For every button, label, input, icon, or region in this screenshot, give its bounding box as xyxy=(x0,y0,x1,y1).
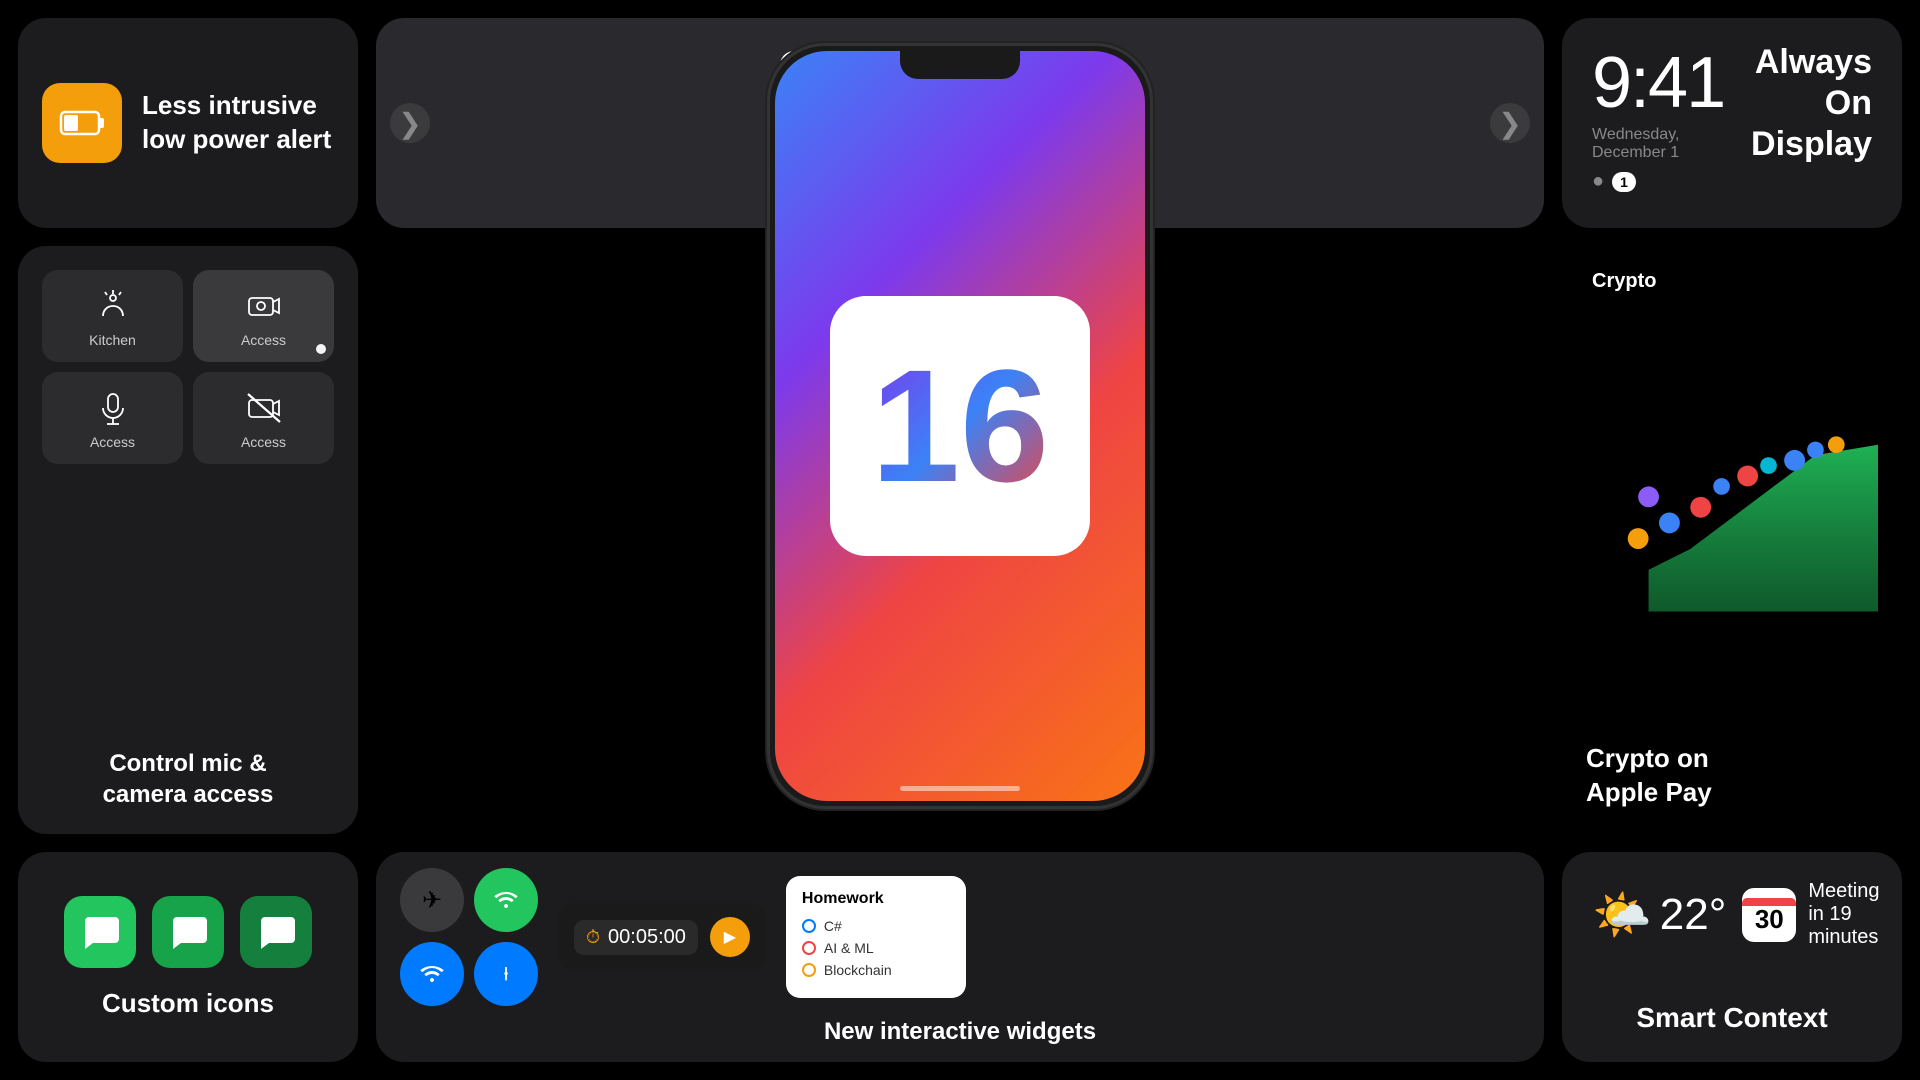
play-button[interactable]: ▶ xyxy=(710,917,750,957)
camera-title: Control mic & camera access xyxy=(103,748,274,810)
cal-day: 30 xyxy=(1755,906,1784,932)
cam-camera: Access xyxy=(193,270,334,362)
aod-date: Wednesday, December 1 xyxy=(1592,126,1751,162)
cam-kitchen-label: Kitchen xyxy=(89,332,136,348)
phone-frame: 16 xyxy=(770,46,1150,806)
timer-time: 00:05:00 xyxy=(608,926,686,949)
split-arrow-left[interactable]: ❯ xyxy=(390,103,430,143)
timer-clock-icon: ⏱ xyxy=(586,927,600,948)
ios16-number: 16 xyxy=(871,346,1049,506)
icons-row xyxy=(64,896,312,968)
meeting-text: Meeting in 19 minutes xyxy=(1808,880,1879,949)
card-camera-access: Kitchen Access Access xyxy=(18,246,358,834)
calendar-icon: 30 xyxy=(1742,888,1796,942)
cc-wifi-alt-btn[interactable] xyxy=(474,868,538,932)
hw-item-blockchain: Blockchain xyxy=(802,962,950,978)
meeting-widget: 30 Meeting in 19 minutes xyxy=(1742,880,1879,949)
hw-dot-aiml xyxy=(802,941,816,955)
split-arrow-right[interactable]: ❯ xyxy=(1490,103,1530,143)
weather-widget: 🌤️ 22° xyxy=(1592,886,1726,943)
ios16-logo: 16 xyxy=(830,296,1090,556)
crypto-app-name: Crypto xyxy=(1592,270,1656,293)
cc-wifi-btn[interactable] xyxy=(400,942,464,1006)
hw-label-csharp: C# xyxy=(824,918,842,934)
custom-icons-label: Custom icons xyxy=(102,988,274,1019)
smart-top-row: 🌤️ 22° 30 Meeting in 19 minutes xyxy=(1592,880,1872,949)
toggle-label[interactable]: 1 xyxy=(1612,172,1636,192)
hw-dot-csharp xyxy=(802,919,816,933)
cam-mic-label: Access xyxy=(90,434,135,450)
hw-label-aiml: AI & ML xyxy=(824,940,874,956)
cam-mic: Access xyxy=(42,372,183,464)
temperature: 22° xyxy=(1660,890,1727,940)
camera-grid: Kitchen Access Access xyxy=(42,270,334,464)
battery-icon xyxy=(42,83,122,163)
weather-icon: 🌤️ xyxy=(1592,886,1652,943)
aod-title: Always On Display xyxy=(1751,42,1872,164)
smart-context-label: Smart Context xyxy=(1636,1002,1827,1034)
crypto-header: Crypto xyxy=(1586,270,1656,293)
msg-icon-2 xyxy=(152,896,224,968)
cam-kitchen: Kitchen xyxy=(42,270,183,362)
aod-time: 9:41 xyxy=(1592,42,1751,124)
card-smart-context: 🌤️ 22° 30 Meeting in 19 minutes Smart Co… xyxy=(1562,852,1902,1062)
crypto-footer: Crypto on Apple Pay xyxy=(1586,742,1712,810)
msg-icon-1 xyxy=(64,896,136,968)
widgets-row: ✈ ⍿ ⏱ 00:05:00 ▶ Homework xyxy=(400,868,1520,1006)
timer-widget: ⏱ 00:05:00 ▶ xyxy=(558,903,766,971)
control-center: ✈ ⍿ xyxy=(400,868,538,1006)
cc-bluetooth-btn[interactable]: ⍿ xyxy=(474,942,538,1006)
phone-home-bar xyxy=(900,786,1020,791)
cam-camera-label: Access xyxy=(241,332,286,348)
power-alert-text: Less intrusive low power alert xyxy=(142,89,331,157)
cam-active-dot xyxy=(316,344,326,354)
msg-icon-3 xyxy=(240,896,312,968)
cc-airplane-btn[interactable]: ✈ xyxy=(400,868,464,932)
crypto-chart-svg xyxy=(1586,303,1878,732)
card-always-on-display: 9:41 Wednesday, December 1 ● 1 Always On… xyxy=(1562,18,1902,228)
hw-dot-blockchain xyxy=(802,963,816,977)
cam-crossed-label: Access xyxy=(241,434,286,450)
phone-notch xyxy=(900,51,1020,79)
homework-title: Homework xyxy=(802,890,950,908)
card-crypto: Crypto Crypto on Apple Pay xyxy=(1562,246,1902,834)
hw-item-aiml: AI & ML xyxy=(802,940,950,956)
cam-crossed: Access xyxy=(193,372,334,464)
card-low-power: Less intrusive low power alert xyxy=(18,18,358,228)
aod-toggle: ● 1 xyxy=(1592,170,1751,193)
homework-widget: Homework C# AI & ML Blockchain xyxy=(786,876,966,998)
widgets-label: New interactive widgets xyxy=(400,1018,1520,1046)
hw-item-csharp: C# xyxy=(802,918,950,934)
card-widgets: ✈ ⍿ ⏱ 00:05:00 ▶ Homework xyxy=(376,852,1544,1062)
hw-label-blockchain: Blockchain xyxy=(824,962,892,978)
card-custom-icons: Custom icons xyxy=(18,852,358,1062)
timer-display: ⏱ 00:05:00 xyxy=(574,920,698,955)
crypto-chart xyxy=(1586,303,1878,732)
phone-screen: 16 xyxy=(775,51,1145,801)
